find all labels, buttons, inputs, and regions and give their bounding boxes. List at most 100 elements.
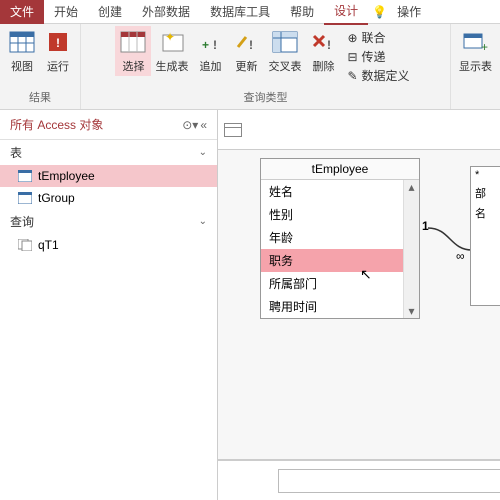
update-icon: ! [232,28,260,56]
maketable-button[interactable]: ✦ 生成表 [151,26,192,76]
append-button[interactable]: +! 追加 [192,26,228,76]
maketable-label: 生成表 [155,58,188,74]
delete-icon: ! [309,28,337,56]
group-results: 视图 ! 运行 结果 [0,24,81,109]
grid-columns[interactable] [278,469,500,493]
svg-text:!: ! [213,38,217,52]
svg-text:!: ! [56,36,60,50]
nav-category-tables[interactable]: 表⌄ [0,140,217,165]
crosstab-icon [271,28,299,56]
union-label: 联合 [362,29,386,46]
svg-text:!: ! [327,38,331,52]
crosstab-label: 交叉表 [268,58,301,74]
main-area: 所有 Access 对象 ⊙▾« 表⌄ tEmployee tGroup 查询⌄… [0,110,500,500]
ribbon-tab-bar: 文件 开始 创建 外部数据 数据库工具 帮助 设计 💡 操作 [0,0,500,24]
run-label: 运行 [47,58,69,74]
designer-canvas[interactable]: tEmployee 姓名性别年龄职务所属部门聘用时间 ▴▾ 1∞ *部名 ↖ [218,150,500,460]
field-item[interactable]: 姓名 [261,180,403,203]
svg-text:∞: ∞ [456,249,465,260]
tab-file[interactable]: 文件 [0,0,44,24]
tab-database-tools[interactable]: 数据库工具 [200,0,280,24]
nav-obj-tgroup[interactable]: tGroup [0,187,217,209]
datasheet-icon [8,28,36,56]
svg-text:✦: ✦ [165,31,175,44]
scroll-up-icon[interactable]: ▴ [408,180,414,194]
ribbon: 视图 ! 运行 结果 选择 ✦ 生成表 +! 追加 ! [0,24,500,110]
field-item[interactable]: 所属部门 [261,272,403,295]
passthrough-button[interactable]: ⊟ 传递 [345,47,411,66]
query-designer: tEmployee 姓名性别年龄职务所属部门聘用时间 ▴▾ 1∞ *部名 ↖ [218,110,500,500]
tab-help[interactable]: 帮助 [280,0,324,24]
view-button[interactable]: 视图 [4,26,40,76]
field-item[interactable]: 年龄 [261,226,403,249]
datadef-button[interactable]: ✎ 数据定义 [345,66,411,85]
tab-design[interactable]: 设计 [324,0,368,25]
select-query-button[interactable]: 选择 [115,26,151,76]
query-tab-icon[interactable] [224,123,242,137]
showtable-icon: + [462,28,490,56]
group-showtable: + 显示表 [451,24,500,109]
nav-header[interactable]: 所有 Access 对象 ⊙▾« [0,110,217,140]
svg-text:+: + [481,40,488,53]
nav-obj-temployee[interactable]: tEmployee [0,165,217,187]
showtable-label: 显示表 [459,58,492,74]
tellme-icon: 💡 [372,5,387,19]
svg-text:!: ! [249,38,253,52]
datadef-label: 数据定义 [362,67,410,84]
delete-label: 删除 [312,58,334,74]
run-button[interactable]: ! 运行 [40,26,76,76]
nav-collapse-icon[interactable]: « [200,118,207,132]
nav-dropdown-icon[interactable]: ⊙▾ [182,118,198,132]
view-label: 视图 [11,58,33,74]
tab-external-data[interactable]: 外部数据 [132,0,200,24]
table-icon [18,192,32,204]
collapse-icon: ⌄ [199,216,207,227]
obj-temployee-label: tEmployee [38,169,95,183]
update-label: 更新 [235,58,257,74]
collapse-icon: ⌄ [199,147,207,158]
cat-tables-label: 表 [10,144,22,161]
query-special-list: ⊕ 联合 ⊟ 传递 ✎ 数据定义 [341,26,415,87]
field-item[interactable]: 职务 [261,249,403,272]
table-window-right[interactable]: *部名 [470,166,500,306]
table-icon [18,170,32,182]
group-results-label: 结果 [29,88,51,107]
obj-tgroup-label: tGroup [38,191,75,205]
tab-home[interactable]: 开始 [44,0,88,24]
datadef-icon: ✎ [347,69,357,83]
field-item[interactable]: 部 [471,183,500,203]
design-grid[interactable] [218,460,500,500]
update-button[interactable]: ! 更新 [228,26,264,76]
svg-text:1: 1 [422,220,429,233]
nav-title: 所有 Access 对象 [10,116,103,133]
nav-category-queries[interactable]: 查询 ⌄ [0,209,217,234]
field-item[interactable]: 聘用时间 [261,295,403,318]
crosstab-button[interactable]: 交叉表 [264,26,305,76]
passthrough-label: 传递 [362,48,386,65]
cat-queries-label: 查询 [10,213,34,230]
run-icon: ! [44,28,72,56]
nav-obj-qt1[interactable]: qT1 [0,234,217,256]
scrollbar[interactable]: ▴▾ [403,180,419,318]
maketable-icon: ✦ [158,28,186,56]
designer-tabbar [218,110,500,150]
table-window-temployee[interactable]: tEmployee 姓名性别年龄职务所属部门聘用时间 ▴▾ [260,158,420,319]
union-icon: ⊕ [347,31,357,45]
table-window-title: tEmployee [261,159,419,180]
scroll-down-icon[interactable]: ▾ [408,304,414,318]
showtable-button[interactable]: + 显示表 [455,26,496,76]
field-item[interactable]: * [471,167,500,183]
delete-button[interactable]: ! 删除 [305,26,341,76]
field-item[interactable]: 名 [471,203,500,223]
group-querytype-label: 查询类型 [244,88,288,107]
svg-text:+: + [202,38,209,52]
group-query-type: 选择 ✦ 生成表 +! 追加 ! 更新 交叉表 ! 删除 [81,24,451,109]
passthrough-icon: ⊟ [347,50,357,64]
field-item[interactable]: 性别 [261,203,403,226]
union-button[interactable]: ⊕ 联合 [345,28,411,47]
tab-create[interactable]: 创建 [88,0,132,24]
obj-qt1-label: qT1 [38,238,59,252]
tab-tellme[interactable]: 操作 [387,0,431,24]
select-icon [119,28,147,56]
query-icon [18,239,32,251]
